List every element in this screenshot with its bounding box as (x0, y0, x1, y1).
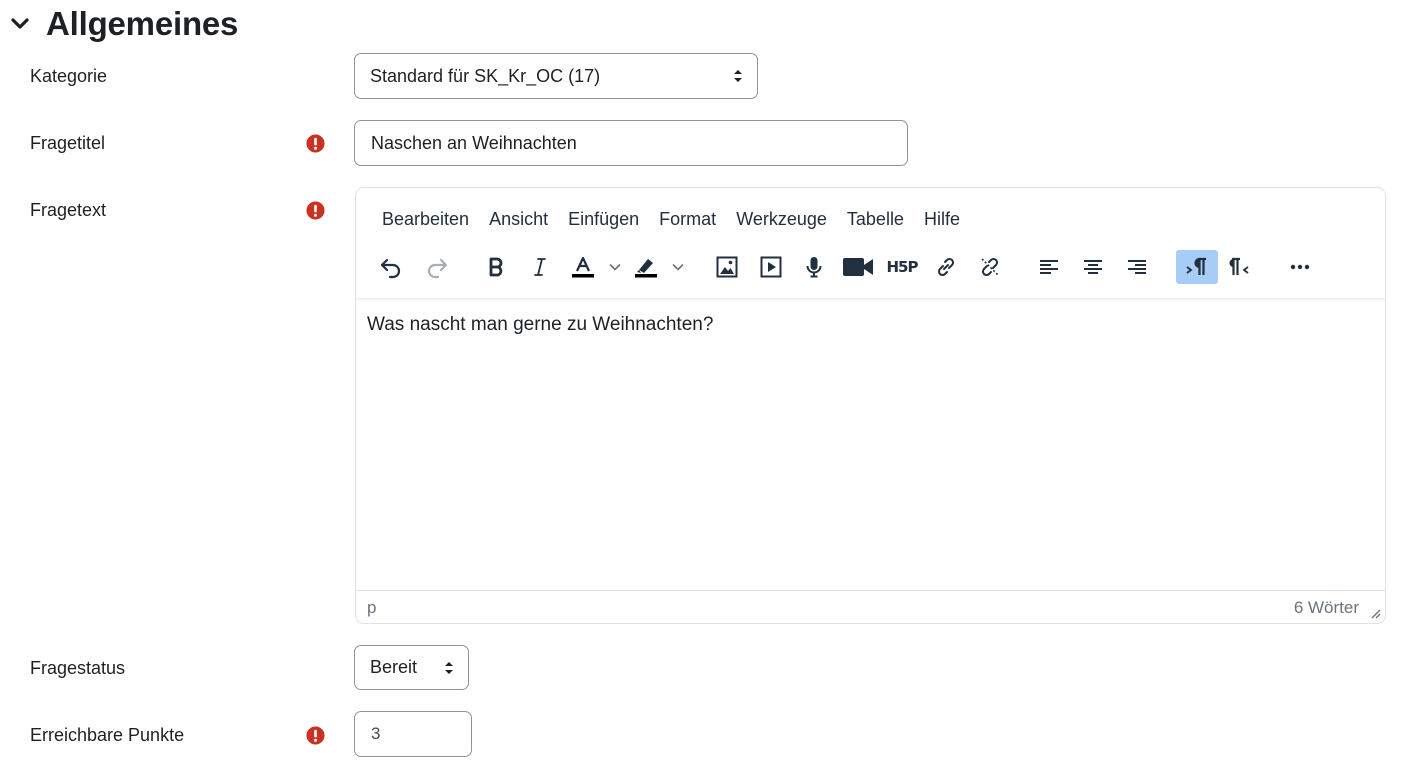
select-arrows-icon (734, 70, 742, 82)
required-icon (306, 134, 325, 153)
select-arrows-icon (445, 661, 453, 674)
remove-link-button[interactable] (973, 250, 1007, 284)
editor-menubar: Bearbeiten Ansicht Einfügen Format Werkz… (372, 208, 970, 230)
h5p-icon: H5P (886, 258, 919, 276)
link-icon (937, 257, 955, 277)
h5p-button[interactable]: H5P (885, 250, 919, 284)
align-left-button[interactable] (1032, 250, 1066, 284)
italic-icon (534, 258, 546, 276)
video-camera-icon (843, 258, 873, 276)
media-play-icon (760, 256, 782, 278)
italic-button[interactable] (523, 250, 557, 284)
insert-media-button[interactable] (754, 250, 788, 284)
record-audio-button[interactable] (797, 250, 831, 284)
menu-tabelle[interactable]: Tabelle (837, 208, 914, 230)
title-input-value: Naschen an Weihnachten (371, 132, 577, 153)
editor-header: Bearbeiten Ansicht Einfügen Format Werkz… (356, 188, 1385, 298)
highlighter-icon (635, 259, 657, 278)
menu-format[interactable]: Format (649, 208, 726, 230)
insert-link-button[interactable] (929, 250, 963, 284)
unlink-icon (981, 257, 999, 277)
element-path[interactable]: p (367, 598, 376, 618)
microphone-icon (806, 257, 822, 278)
chevron-down-icon (672, 263, 684, 271)
menu-hilfe[interactable]: Hilfe (914, 208, 970, 230)
image-icon (716, 256, 738, 278)
chevron-down-icon (609, 263, 621, 271)
rtl-button[interactable] (1224, 250, 1258, 284)
status-select[interactable]: Bereit (354, 645, 469, 690)
bold-icon (489, 257, 503, 277)
menu-bearbeiten[interactable]: Bearbeiten (372, 208, 479, 230)
text-color-button[interactable] (566, 250, 600, 284)
rich-text-editor: Bearbeiten Ansicht Einfügen Format Werkz… (355, 187, 1386, 624)
ltr-button[interactable] (1176, 250, 1218, 284)
align-left-icon (1040, 260, 1058, 274)
title-label: Fragetitel (30, 133, 106, 153)
text-color-dropdown[interactable] (608, 258, 622, 276)
bold-button[interactable] (479, 250, 513, 284)
status-label: Fragestatus (30, 658, 126, 678)
menu-einfuegen[interactable]: Einfügen (558, 208, 649, 230)
chevron-down-icon[interactable] (10, 14, 30, 34)
text-color-icon (572, 256, 594, 278)
section-header[interactable]: Allgemeines (10, 4, 238, 44)
editor-content[interactable]: Was nascht man gerne zu Weihnachten? (367, 314, 713, 336)
title-input[interactable]: Naschen an Weihnachten (354, 120, 908, 166)
points-input-value: 3 (371, 724, 381, 743)
insert-image-button[interactable] (710, 250, 744, 284)
align-right-button[interactable] (1120, 250, 1154, 284)
points-label: Erreichbare Punkte (30, 725, 185, 745)
status-select-value: Bereit (370, 657, 418, 677)
resize-handle-icon[interactable] (1369, 607, 1381, 619)
align-right-icon (1128, 260, 1146, 274)
points-input[interactable]: 3 (354, 711, 472, 757)
editor-statusbar: p 6 Wörter (356, 590, 1385, 623)
more-dots-icon (1290, 264, 1310, 270)
redo-button[interactable] (420, 250, 454, 284)
required-icon (306, 726, 325, 745)
more-options-button[interactable] (1283, 250, 1317, 284)
right-to-left-icon (1229, 257, 1249, 275)
highlight-color-dropdown[interactable] (671, 258, 685, 276)
menu-ansicht[interactable]: Ansicht (479, 208, 558, 230)
redo-icon (427, 258, 448, 279)
menu-werkzeuge[interactable]: Werkzeuge (726, 208, 837, 230)
highlight-color-button[interactable] (629, 250, 663, 284)
category-label: Kategorie (30, 66, 108, 86)
left-to-right-icon (1186, 257, 1206, 275)
word-count: 6 Wörter (1293, 598, 1359, 617)
category-select-value: Standard für SK_Kr_OC (17) (370, 65, 601, 86)
section-title: Allgemeines (46, 5, 239, 42)
category-select[interactable]: Standard für SK_Kr_OC (17) (354, 53, 758, 99)
align-center-icon (1084, 260, 1102, 274)
undo-button[interactable] (374, 250, 408, 284)
record-video-button[interactable] (841, 250, 875, 284)
align-center-button[interactable] (1076, 250, 1110, 284)
required-icon (306, 201, 325, 220)
text-label: Fragetext (30, 200, 107, 220)
undo-icon (380, 258, 401, 279)
